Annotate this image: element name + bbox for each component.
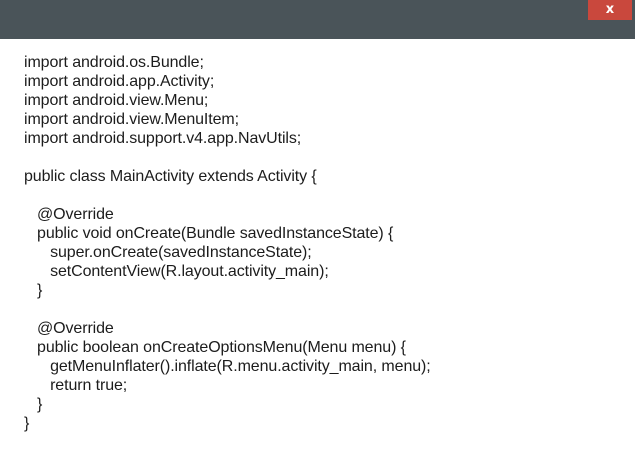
title-bar: x: [0, 0, 635, 39]
close-button[interactable]: x: [588, 0, 632, 20]
code-line: public boolean onCreateOptionsMenu(Menu …: [24, 339, 406, 356]
code-line: }: [24, 282, 43, 299]
code-line: return true;: [24, 377, 128, 394]
code-view: import android.os.Bundle; import android…: [24, 53, 624, 448]
code-line: import android.app.Activity;: [24, 73, 215, 90]
code-line: super.onCreate(savedInstanceState);: [24, 244, 312, 261]
code-line: import android.view.MenuItem;: [24, 111, 239, 128]
code-line: @Override: [24, 320, 114, 337]
code-line: @Override: [24, 206, 114, 223]
code-line: import android.view.Menu;: [24, 92, 209, 109]
code-line: import android.support.v4.app.NavUtils;: [24, 130, 302, 147]
code-line: getMenuInflater().inflate(R.menu.activit…: [24, 358, 431, 375]
code-line: setContentView(R.layout.activity_main);: [24, 263, 329, 280]
code-line: }: [24, 415, 30, 432]
code-line: import android.os.Bundle;: [24, 54, 204, 71]
code-line: public void onCreate(Bundle savedInstanc…: [24, 225, 394, 242]
code-line: }: [24, 396, 43, 413]
dialog-window: x import android.os.Bundle; import andro…: [0, 0, 635, 456]
code-line: public class MainActivity extends Activi…: [24, 168, 317, 185]
